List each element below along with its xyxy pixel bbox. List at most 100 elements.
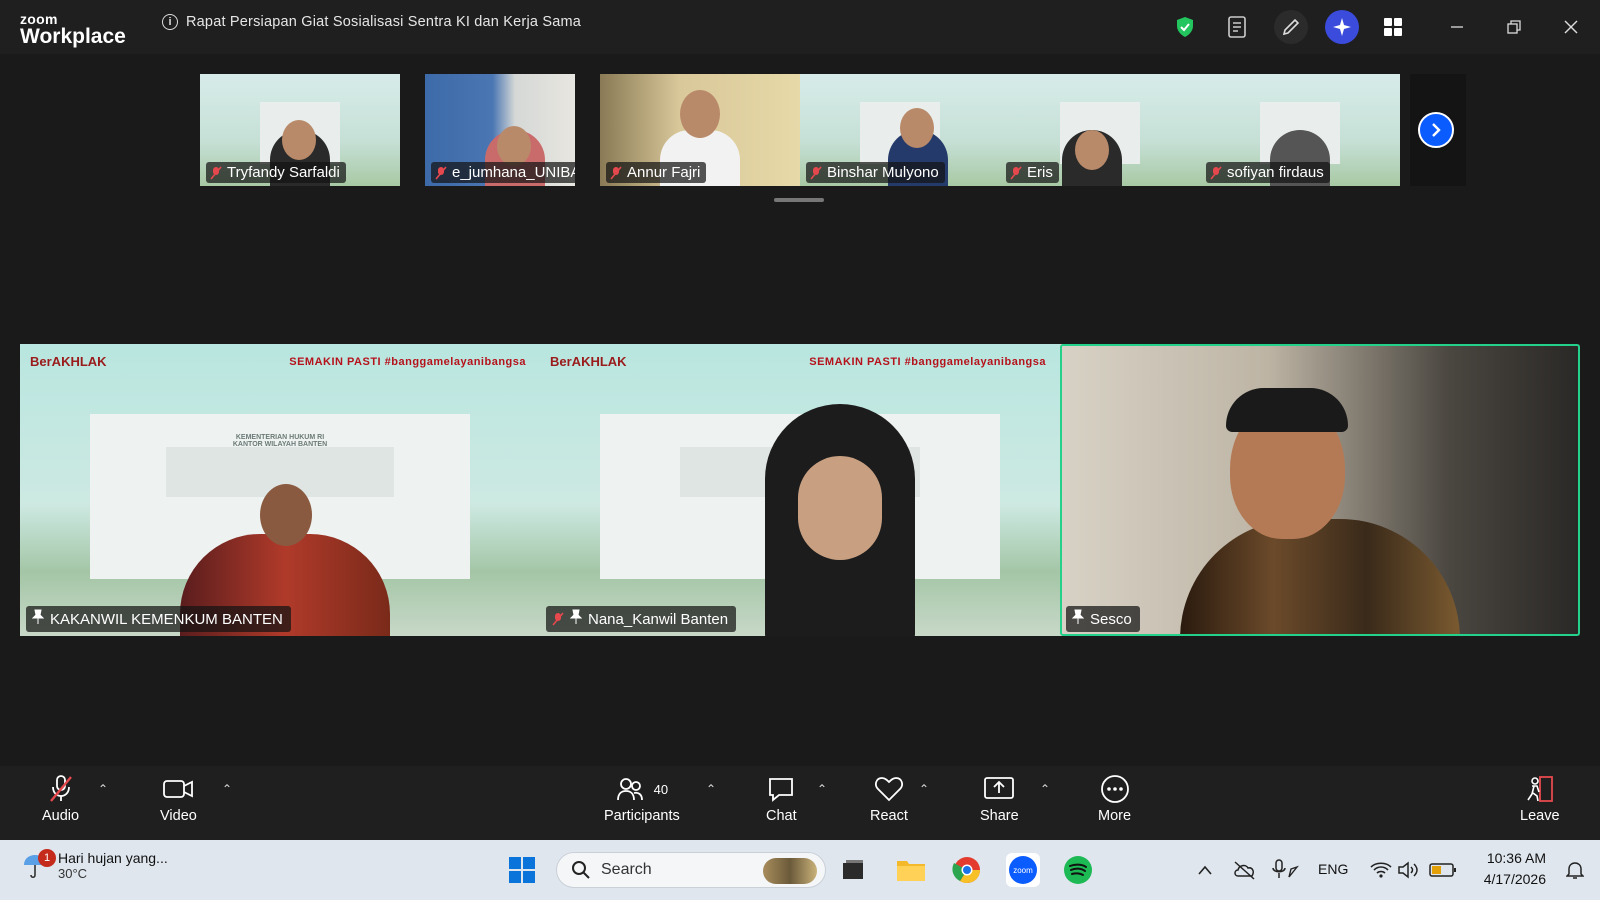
react-label: React <box>870 808 908 824</box>
windows-start-icon[interactable] <box>505 853 539 887</box>
building-sign: KEMENTERIAN HUKUM RI KANTOR WILAYAH BANT… <box>232 434 328 448</box>
react-options-chevron-icon[interactable]: ⌃ <box>919 782 929 796</box>
clock-time[interactable]: 10:36 AM <box>1476 850 1546 866</box>
leave-door-icon <box>1527 776 1553 802</box>
brand-logo-text: BerAKHLAK <box>550 354 627 369</box>
chat-bubble-icon <box>769 778 794 802</box>
share-options-chevron-icon[interactable]: ⌃ <box>1040 782 1050 796</box>
battery-icon[interactable] <box>1426 853 1460 887</box>
participant-name: sofiyan firdaus <box>1227 164 1324 181</box>
restore-icon[interactable] <box>1497 10 1531 44</box>
mic-muted-icon <box>610 165 622 180</box>
strip-tile[interactable]: Eris <box>1000 74 1200 186</box>
chrome-icon[interactable] <box>950 853 984 887</box>
participants-options-chevron-icon[interactable]: ⌃ <box>706 782 716 796</box>
participants-icon <box>616 778 643 801</box>
file-explorer-icon[interactable] <box>894 853 928 887</box>
participant-name: Binshar Mulyono <box>827 164 939 181</box>
notification-badge: 1 <box>38 848 56 867</box>
leave-label: Leave <box>1520 808 1560 824</box>
mic-muted-icon <box>552 612 564 626</box>
apps-grid-icon[interactable] <box>1376 10 1410 44</box>
audio-button[interactable]: Audio <box>42 774 79 824</box>
chat-options-chevron-icon[interactable]: ⌃ <box>817 782 827 796</box>
whiteboard-pen-icon[interactable] <box>1274 10 1308 44</box>
strip-resize-handle[interactable] <box>774 198 824 202</box>
zoom-logo: zoom Workplace <box>20 12 126 47</box>
video-options-chevron-icon[interactable]: ⌃ <box>222 782 232 796</box>
language-indicator[interactable]: ENG <box>1318 861 1348 877</box>
pin-icon <box>31 609 45 629</box>
strip-tile[interactable]: Tryfandy Sarfaldi <box>200 74 400 186</box>
svg-text:zoom: zoom <box>1013 866 1033 875</box>
share-screen-icon <box>984 777 1015 799</box>
logo-top-text: zoom <box>20 11 58 27</box>
more-button[interactable]: More <box>1098 774 1131 824</box>
strip-tile[interactable]: sofiyan firdaus <box>1200 74 1400 186</box>
close-icon[interactable] <box>1554 10 1588 44</box>
security-shield-icon[interactable] <box>1168 10 1202 44</box>
participant-name: Eris <box>1027 164 1053 181</box>
mic-muted-icon <box>49 775 72 802</box>
participant-name: KAKANWIL KEMENKUM BANTEN <box>50 610 283 628</box>
chat-label: Chat <box>766 808 797 824</box>
cloud-offline-icon[interactable] <box>1228 853 1262 887</box>
next-page-button[interactable] <box>1418 112 1454 148</box>
weather-temp: 30°C <box>58 866 88 881</box>
video-tile[interactable]: KEMENTERIAN HUKUM RI KANTOR WILAYAH BANT… <box>20 344 540 636</box>
participant-name-tag: KAKANWIL KEMENKUM BANTEN <box>26 606 291 632</box>
spotify-icon[interactable] <box>1061 853 1095 887</box>
notifications-bell-icon[interactable] <box>1558 853 1592 887</box>
video-tile-active-speaker[interactable]: Sesco <box>1060 344 1580 636</box>
more-dots-icon <box>1100 775 1129 803</box>
participant-name-tag: e_jumhana_UNIBA <box>431 162 575 183</box>
audio-label: Audio <box>42 808 80 824</box>
meeting-info[interactable]: i Rapat Persiapan Giat Sosialisasi Sentr… <box>162 14 581 30</box>
volume-icon[interactable] <box>1392 853 1426 887</box>
search-highlight-image <box>763 858 817 884</box>
task-view-icon[interactable] <box>836 853 870 887</box>
mic-muted-icon <box>1210 165 1222 180</box>
minimize-icon[interactable] <box>1440 10 1474 44</box>
mic-location-icon[interactable] <box>1268 853 1302 887</box>
brand-logo-text: BerAKHLAK <box>30 354 107 369</box>
participant-strip: Tryfandy Sarfaldi e_jumhana_UNIBA Annur … <box>200 74 1400 186</box>
search-label: Search <box>601 861 652 878</box>
chevron-right-icon <box>1432 123 1441 137</box>
participants-button[interactable]: 40 Participants <box>604 774 680 824</box>
leave-button[interactable]: Leave <box>1520 774 1560 824</box>
weather-widget[interactable]: 1 Hari hujan yang... 30°C <box>22 848 168 881</box>
ai-companion-icon[interactable] <box>1325 10 1359 44</box>
active-speaker-border <box>1060 344 1580 636</box>
participant-name: Tryfandy Sarfaldi <box>227 164 340 181</box>
participant-name: Sesco <box>1090 610 1132 628</box>
taskbar-search[interactable]: Search <box>556 852 826 888</box>
audio-options-chevron-icon[interactable]: ⌃ <box>98 782 108 796</box>
participant-name-tag: Tryfandy Sarfaldi <box>206 162 346 183</box>
participant-name-tag: Binshar Mulyono <box>806 162 945 183</box>
brand-tagline: SEMAKIN PASTI #banggamelayanibangsa <box>809 356 1046 368</box>
tray-overflow-chevron-icon[interactable] <box>1188 853 1222 887</box>
participant-name-tag: Annur Fajri <box>606 162 707 183</box>
video-tile[interactable]: BerAKHLAK SEMAKIN PASTI #banggamelayanib… <box>540 344 1060 636</box>
zoom-app-icon[interactable]: zoom <box>1006 853 1040 887</box>
strip-tile[interactable]: Binshar Mulyono <box>800 74 1000 186</box>
mic-muted-icon <box>810 165 822 180</box>
mic-muted-icon <box>1010 165 1022 180</box>
pin-icon <box>569 609 583 629</box>
notes-icon[interactable] <box>1220 10 1254 44</box>
mic-muted-icon <box>210 165 222 180</box>
heart-icon <box>874 777 903 802</box>
mic-muted-icon <box>435 165 447 180</box>
participant-name: Annur Fajri <box>627 164 701 181</box>
share-button[interactable]: Share <box>980 774 1019 824</box>
strip-tile[interactable]: Annur Fajri <box>600 74 800 186</box>
info-icon[interactable]: i <box>162 14 178 30</box>
strip-tile[interactable]: e_jumhana_UNIBA <box>425 74 575 186</box>
react-button[interactable]: React <box>870 774 908 824</box>
participant-name-tag: sofiyan firdaus <box>1206 162 1330 183</box>
video-button[interactable]: Video <box>160 774 197 824</box>
os-taskbar: 1 Hari hujan yang... 30°C Search zoom EN… <box>0 840 1600 900</box>
clock-date[interactable]: 4/17/2026 <box>1476 871 1546 887</box>
chat-button[interactable]: Chat <box>766 774 797 824</box>
